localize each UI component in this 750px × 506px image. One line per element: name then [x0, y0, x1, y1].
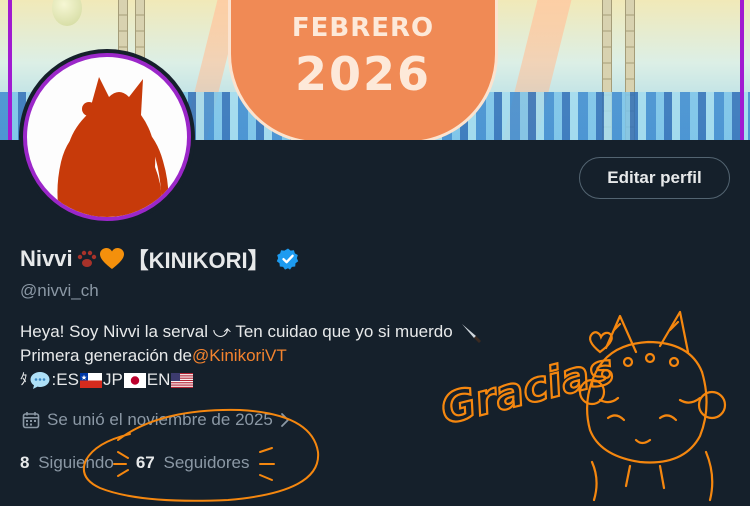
- display-name: Nivvi: [20, 246, 73, 271]
- banner-border: [740, 0, 744, 140]
- display-name-tag: 【KINIKORI】: [126, 248, 270, 273]
- usa-flag-icon: [171, 372, 194, 388]
- chile-flag-icon: [79, 372, 102, 388]
- bio-line: Primera generación de @KinikoriVT: [20, 344, 483, 368]
- kinikori-mention-link[interactable]: @KinikoriVT: [192, 344, 287, 368]
- chevron-right-icon[interactable]: [279, 411, 291, 429]
- followers-link[interactable]: 67 Seguidores: [136, 453, 250, 473]
- lang-en: EN: [146, 370, 171, 389]
- display-name-row: Nivvi 【KINIKORI】: [20, 244, 300, 274]
- avatar-image: [23, 53, 191, 221]
- lang-es: ES: [56, 370, 79, 389]
- poster-month: FEBRERO: [291, 13, 435, 43]
- verified-icon[interactable]: [276, 247, 300, 271]
- joined-date: Se unió el noviembre de 2025: [22, 410, 298, 430]
- followers-label: Seguidores: [163, 453, 250, 472]
- handle: @nivvi_ch: [20, 281, 99, 300]
- bio-text: Heya! Soy Nivvi la serval ⤻ Ten cuidao q…: [20, 322, 453, 341]
- doodle-tick: [259, 447, 275, 481]
- knife-icon: [461, 324, 481, 343]
- joined-text: Se unió el noviembre de 2025: [47, 410, 273, 429]
- followers-count: 67: [135, 453, 155, 472]
- banner-border: [8, 0, 12, 140]
- edit-profile-button[interactable]: Editar perfil: [579, 157, 730, 199]
- following-link[interactable]: 8 Siguiendo: [20, 453, 114, 473]
- bio: Heya! Soy Nivvi la serval ⤻ Ten cuidao q…: [20, 320, 483, 392]
- lang-jp: JP: [102, 370, 123, 389]
- doodle-character: [578, 310, 727, 502]
- bio-line: ﾀ : ES JP EN: [20, 368, 483, 392]
- doodle-heart: [589, 331, 613, 354]
- following-count: 8: [20, 453, 30, 472]
- paw-icon: [77, 250, 96, 267]
- bio-text: ﾀ: [20, 371, 28, 388]
- balloon-decoration: [52, 0, 82, 26]
- avatar[interactable]: [19, 49, 195, 225]
- bio-text: Primera generación de: [20, 346, 192, 365]
- follow-stats: 8 Siguiendo 67 Seguidores: [20, 453, 250, 473]
- calendar-icon: [22, 412, 40, 429]
- speech-bubble-icon: [30, 372, 50, 389]
- japan-flag-icon: [123, 372, 146, 388]
- following-label: Siguiendo: [38, 453, 114, 472]
- poster-year: 2026: [294, 47, 432, 101]
- bio-line: Heya! Soy Nivvi la serval ⤻ Ten cuidao q…: [20, 320, 483, 344]
- heart-icon: [99, 248, 124, 269]
- banner-poster: FEBRERO 2026: [228, 0, 498, 140]
